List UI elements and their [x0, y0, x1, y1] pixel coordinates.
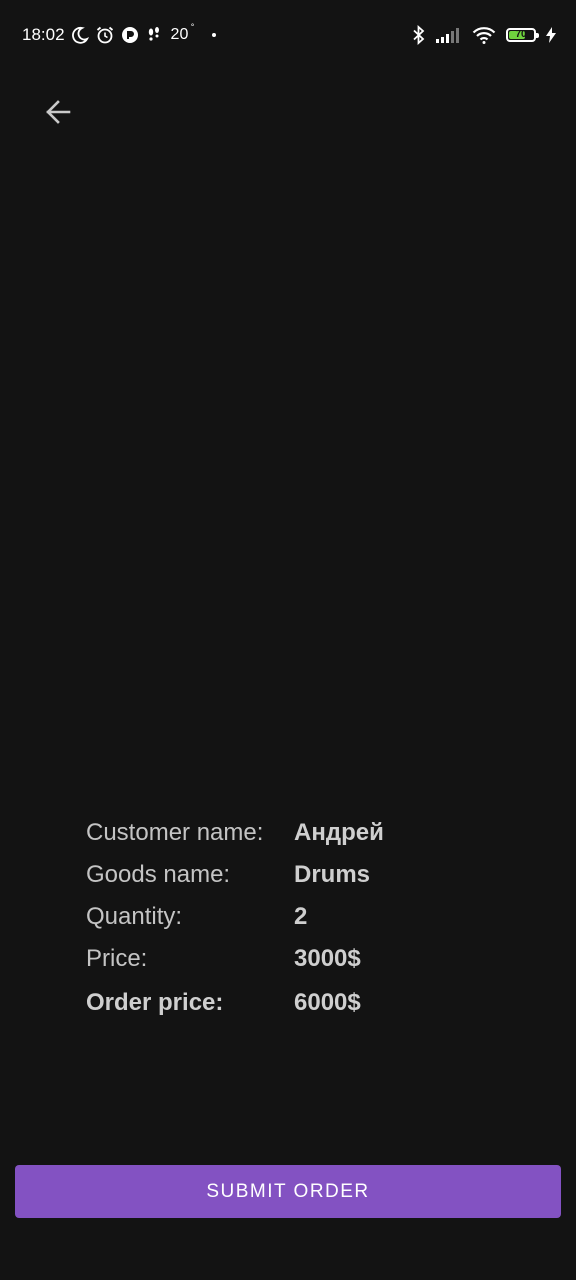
price-value: 3000$ [294, 945, 361, 972]
status-bar: 18:02 20 ° 70 [0, 0, 576, 70]
footsteps-icon [145, 26, 163, 44]
signal-icon [436, 27, 462, 43]
status-right: 70 [412, 22, 556, 48]
app-notification-icon [121, 26, 139, 44]
wifi-icon [472, 26, 496, 44]
temperature-value: 20 [170, 26, 189, 43]
order-price-row: Order price: 6000$ [86, 980, 384, 1026]
clock: 18:02 [22, 25, 65, 44]
order-price-label: Order price: [86, 989, 224, 1016]
order-price-value: 6000$ [294, 989, 361, 1016]
charging-icon [546, 27, 556, 43]
alarm-icon [95, 25, 115, 45]
quantity-row: Quantity: 2 [86, 896, 384, 938]
status-left: 18:02 20 ° [22, 22, 217, 48]
customer-row: Customer name: Андрей [86, 812, 384, 854]
customer-value: Андрей [294, 819, 384, 846]
price-row: Price: 3000$ [86, 938, 384, 980]
submit-order-button[interactable]: SUBMIT ORDER [15, 1165, 561, 1218]
goods-label: Goods name: [86, 861, 231, 888]
goods-row: Goods name: Drums [86, 854, 384, 896]
back-button[interactable] [36, 92, 80, 136]
battery-icon: 70 [506, 28, 539, 42]
quantity-label: Quantity: [86, 903, 183, 930]
customer-label: Customer name: [86, 819, 264, 846]
moon-icon [71, 26, 89, 44]
temperature-unit: ° [190, 22, 195, 32]
quantity-value: 2 [294, 903, 308, 930]
goods-value: Drums [294, 861, 371, 888]
bluetooth-icon [412, 25, 426, 45]
order-summary: Customer name: Андрей Goods name: Drums … [86, 812, 384, 1026]
temperature: 20 ° [170, 22, 195, 44]
notification-dot [212, 33, 217, 37]
arrow-left-icon [44, 98, 72, 131]
battery-level: 70 [515, 29, 527, 40]
price-label: Price: [86, 945, 148, 972]
